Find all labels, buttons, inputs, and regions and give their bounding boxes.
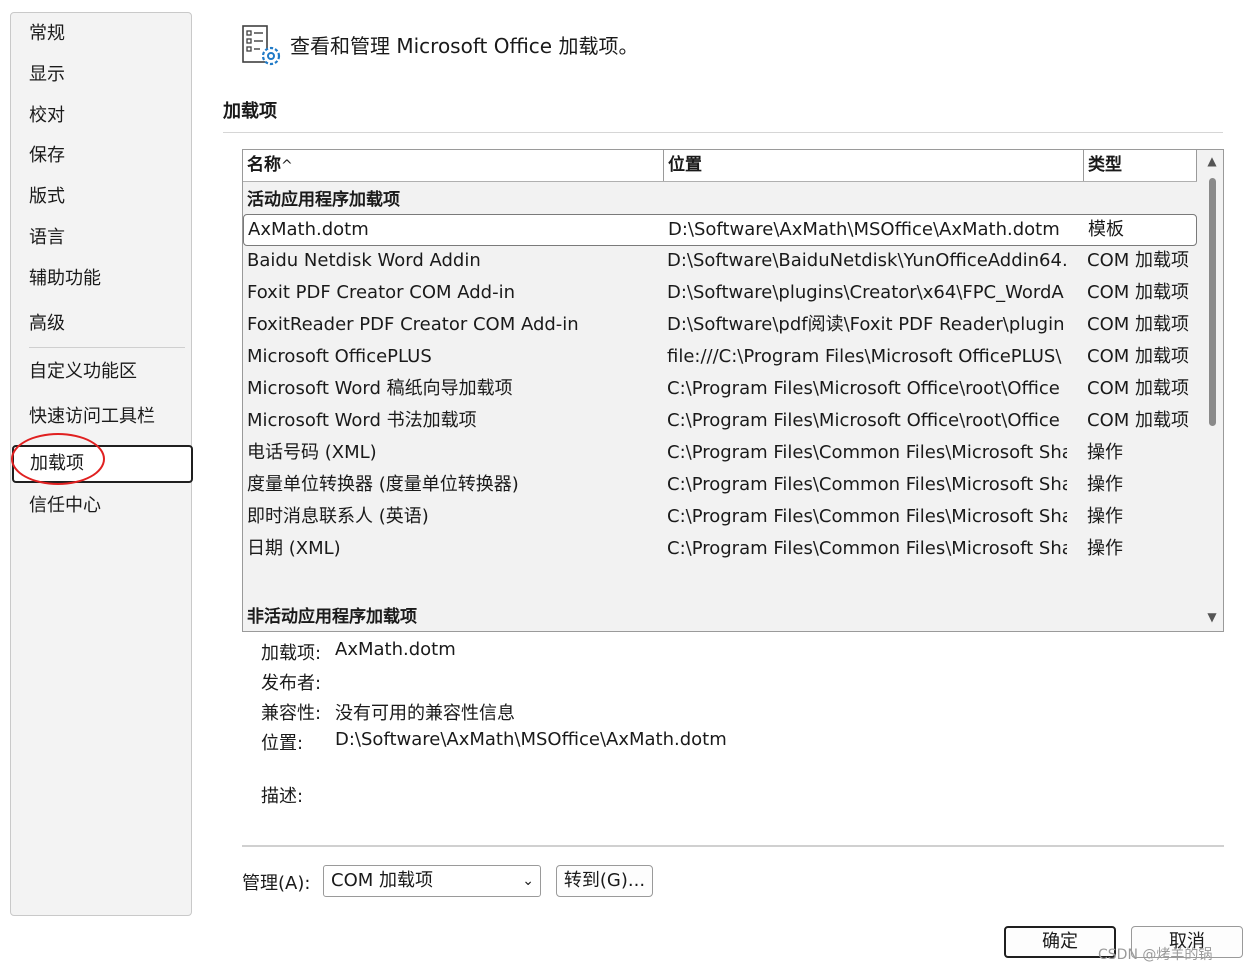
section-title: 加载项 (223, 101, 277, 122)
table-row[interactable]: 度量单位转换器 (度量单位转换器) C:\Program Files\Commo… (243, 470, 1197, 502)
addins-gear-icon (242, 25, 281, 66)
addin-name: AxMath.dotm (248, 219, 369, 240)
sidebar-item-display[interactable]: 显示 (11, 56, 193, 94)
detail-addin-label: 加载项: (261, 643, 322, 664)
section-divider (223, 132, 1223, 133)
addin-type: 操作 (1087, 442, 1123, 463)
addin-type: COM 加载项 (1087, 250, 1189, 271)
addin-name: Microsoft Word 稿纸向导加载项 (247, 378, 513, 399)
addin-type: 操作 (1087, 538, 1123, 559)
list-scrollbar[interactable]: ▲ ▼ (1201, 150, 1223, 631)
sidebar-item-trust-center[interactable]: 信任中心 (11, 487, 193, 525)
manage-dropdown[interactable]: COM 加载项 ⌄ (323, 865, 541, 897)
addin-name: Foxit PDF Creator COM Add-in (247, 282, 516, 303)
scroll-up-arrow-icon[interactable]: ▲ (1205, 154, 1219, 168)
addin-location: D:\Software\BaiduNetdisk\YunOfficeAddin6… (667, 250, 1067, 271)
active-addins-group-label: 活动应用程序加载项 (247, 190, 400, 210)
table-row[interactable]: Microsoft Word 书法加载项 C:\Program Files\Mi… (243, 406, 1197, 438)
table-row[interactable]: 日期 (XML) C:\Program Files\Common Files\M… (243, 534, 1197, 566)
table-row[interactable]: Foxit PDF Creator COM Add-in D:\Software… (243, 278, 1197, 310)
table-row[interactable]: 电话号码 (XML) C:\Program Files\Common Files… (243, 438, 1197, 470)
table-row[interactable]: AxMath.dotm D:\Software\AxMath\MSOffice\… (243, 214, 1197, 246)
addin-location: D:\Software\pdf阅读\Foxit PDF Reader\plugi… (667, 314, 1065, 335)
table-row[interactable]: Baidu Netdisk Word Addin D:\Software\Bai… (243, 246, 1197, 278)
addin-location: C:\Program Files\Microsoft Office\root\O… (667, 410, 1060, 431)
sidebar-item-accessibility[interactable]: 辅助功能 (11, 260, 193, 298)
addin-name: 即时消息联系人 (英语) (247, 506, 429, 527)
column-header-type[interactable]: 类型 (1084, 150, 1197, 181)
addin-location: D:\Software\plugins\Creator\x64\FPC_Word… (667, 282, 1064, 303)
detail-compatibility-label: 兼容性: (261, 703, 322, 724)
detail-description-label: 描述: (261, 786, 304, 807)
column-header-name-label: 名称 (247, 155, 281, 175)
addin-type: COM 加载项 (1087, 378, 1189, 399)
manage-dropdown-value: COM 加载项 (331, 870, 433, 891)
addin-type: COM 加载项 (1087, 282, 1189, 303)
sidebar-item-general[interactable]: 常规 (11, 15, 193, 53)
sidebar-divider (29, 347, 185, 348)
sidebar-item-layout[interactable]: 版式 (11, 178, 193, 216)
detail-compatibility-value: 没有可用的兼容性信息 (335, 703, 515, 724)
column-header-bar: 名称^ 位置 类型 (243, 150, 1197, 182)
addin-name: 度量单位转换器 (度量单位转换器) (247, 474, 519, 495)
addin-location: C:\Program Files\Common Files\Microsoft … (667, 506, 1067, 527)
addin-name: 日期 (XML) (247, 538, 341, 559)
table-row[interactable]: FoxitReader PDF Creator COM Add-in D:\So… (243, 310, 1197, 342)
page-title: 查看和管理 Microsoft Office 加载项。 (290, 34, 639, 58)
sidebar-item-language[interactable]: 语言 (11, 219, 193, 257)
addin-name: FoxitReader PDF Creator COM Add-in (247, 314, 579, 335)
addin-location: C:\Program Files\Common Files\Microsoft … (667, 474, 1067, 495)
addin-type: COM 加载项 (1087, 410, 1189, 431)
addin-location: C:\Program Files\Microsoft Office\root\O… (667, 378, 1060, 399)
addin-location: file:///C:\Program Files\Microsoft Offic… (667, 346, 1062, 367)
detail-publisher-label: 发布者: (261, 673, 322, 694)
sidebar-item-customize-ribbon[interactable]: 自定义功能区 (11, 353, 193, 391)
table-row[interactable]: Microsoft Word 稿纸向导加载项 C:\Program Files\… (243, 374, 1197, 406)
inactive-addins-group-label: 非活动应用程序加载项 (247, 607, 417, 627)
go-button[interactable]: 转到(G)... (556, 865, 653, 897)
chevron-down-icon: ⌄ (522, 873, 534, 889)
addin-name: 电话号码 (XML) (247, 442, 377, 463)
manage-divider (242, 845, 1224, 847)
scrollbar-thumb[interactable] (1209, 178, 1216, 426)
column-header-location[interactable]: 位置 (664, 150, 1084, 181)
addin-type: 操作 (1087, 506, 1123, 527)
addin-type: COM 加载项 (1087, 346, 1189, 367)
addin-location: D:\Software\AxMath\MSOffice\AxMath.dotm (668, 219, 1060, 240)
addin-name: Microsoft OfficePLUS (247, 346, 432, 367)
column-header-name[interactable]: 名称^ (243, 150, 664, 181)
sidebar-item-quick-access-toolbar[interactable]: 快速访问工具栏 (11, 398, 193, 436)
sidebar-item-advanced[interactable]: 高级 (11, 305, 193, 343)
addin-location: C:\Program Files\Common Files\Microsoft … (667, 442, 1067, 463)
sidebar-item-save[interactable]: 保存 (11, 137, 193, 175)
sidebar-item-addins[interactable]: 加载项 (12, 445, 193, 483)
addin-name: Microsoft Word 书法加载项 (247, 410, 477, 431)
detail-addin-value: AxMath.dotm (335, 639, 456, 660)
manage-label: 管理(A): (242, 873, 311, 894)
addin-type: 操作 (1087, 474, 1123, 495)
watermark: CSDN @烤羊的锅 (1098, 947, 1213, 963)
addin-name: Baidu Netdisk Word Addin (247, 250, 481, 271)
addins-list[interactable]: 名称^ 位置 类型 活动应用程序加载项 AxMath.dotm D:\Softw… (242, 149, 1224, 632)
addin-type: COM 加载项 (1087, 314, 1189, 335)
sidebar-item-proofing[interactable]: 校对 (11, 97, 193, 135)
addin-type: 模板 (1088, 219, 1124, 240)
detail-location-value: D:\Software\AxMath\MSOffice\AxMath.dotm (335, 729, 727, 750)
detail-location-label: 位置: (261, 733, 304, 754)
options-sidebar: 常规 显示 校对 保存 版式 语言 辅助功能 高级 自定义功能区 快速访问工具栏… (10, 12, 193, 916)
addin-location: C:\Program Files\Common Files\Microsoft … (667, 538, 1067, 559)
table-row[interactable]: Microsoft OfficePLUS file:///C:\Program … (243, 342, 1197, 374)
scroll-down-arrow-icon[interactable]: ▼ (1205, 610, 1219, 624)
sort-ascending-icon: ^ (281, 158, 293, 174)
table-row[interactable]: 即时消息联系人 (英语) C:\Program Files\Common Fil… (243, 502, 1197, 534)
